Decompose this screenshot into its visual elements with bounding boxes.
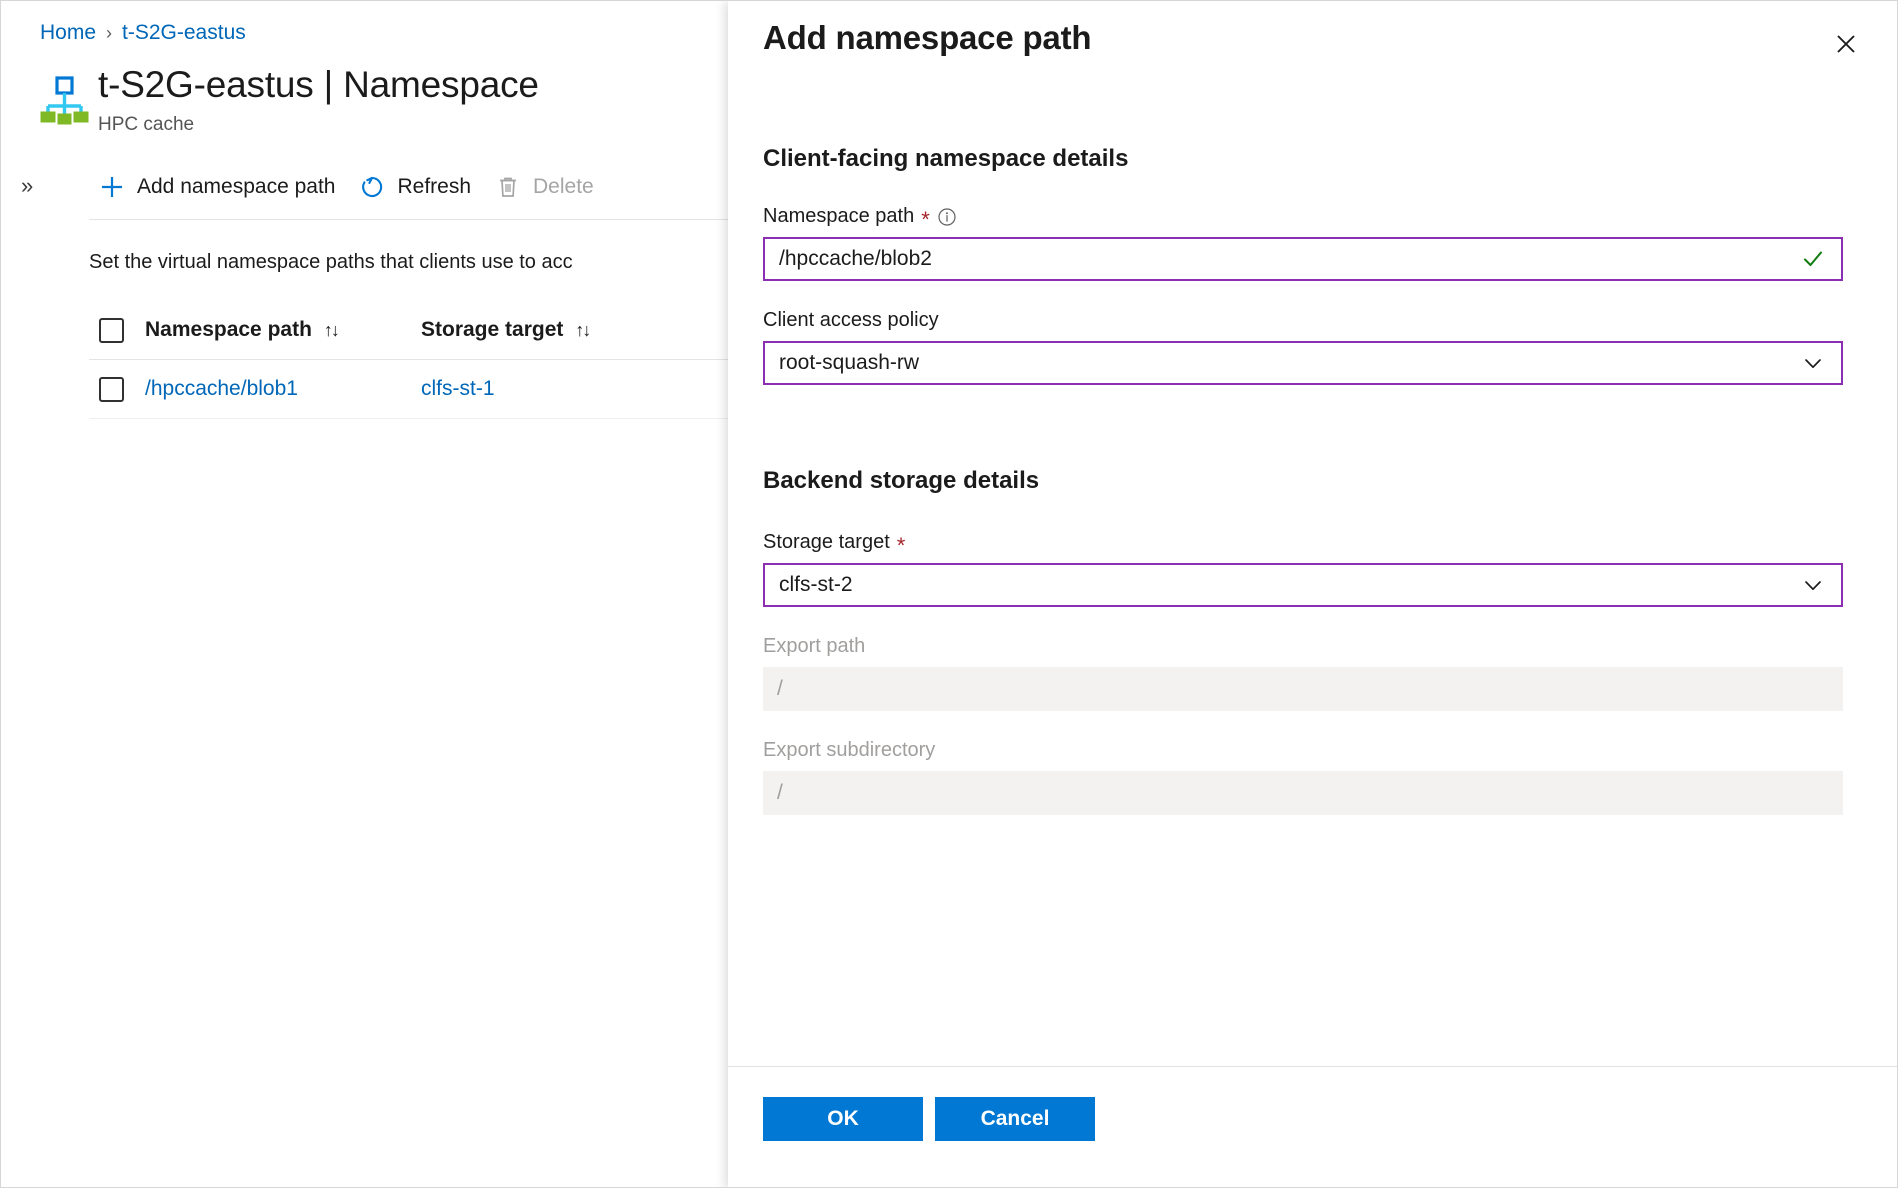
- row-checkbox-cell: [89, 377, 145, 402]
- refresh-icon: [359, 174, 385, 200]
- field-label-text: Storage target: [763, 531, 890, 554]
- info-icon[interactable]: [937, 207, 957, 227]
- panel-footer: OK Cancel: [728, 1066, 1898, 1188]
- required-indicator: *: [897, 535, 906, 557]
- refresh-label: Refresh: [397, 175, 471, 199]
- ok-button[interactable]: OK: [763, 1097, 923, 1141]
- hpc-cache-resource-icon: [35, 73, 89, 127]
- close-icon: [1833, 31, 1859, 57]
- refresh-button[interactable]: Refresh: [349, 168, 485, 206]
- namespace-path-input-value: /hpccache/blob2: [765, 247, 1801, 271]
- row-select-checkbox[interactable]: [99, 377, 124, 402]
- select-all-checkbox[interactable]: [99, 318, 124, 343]
- azure-portal-screen: Home › t-S2G-eastus t-S2G-eastus | Namespa…: [0, 0, 1898, 1188]
- field-label-client-access-policy: Client access policy: [763, 309, 1843, 332]
- column-header-namespace-path-label: Namespace path: [145, 318, 312, 342]
- panel-title: Add namespace path: [763, 19, 1091, 57]
- footer-button-group: OK Cancel: [763, 1097, 1095, 1141]
- select-all-checkbox-cell: [89, 318, 145, 343]
- expand-menu-chevron-icon[interactable]: »: [21, 173, 33, 199]
- field-storage-target: Storage target * clfs-st-2: [763, 531, 1843, 607]
- table-header-row: Namespace path ↑↓ Storage target ↑↓: [89, 301, 728, 360]
- page-title: t-S2G-eastus | Namespace: [98, 64, 539, 106]
- breadcrumb-item-home[interactable]: Home: [40, 21, 96, 44]
- export-subdirectory-value: /: [763, 781, 1843, 805]
- namespace-blade: Home › t-S2G-eastus t-S2G-eastus | Namespa…: [1, 1, 728, 1188]
- section-backend-storage-details: Backend storage details Storage target *…: [763, 467, 1843, 815]
- close-panel-button[interactable]: [1825, 23, 1867, 65]
- column-header-storage-target[interactable]: Storage target ↑↓: [421, 318, 661, 342]
- sort-icon: ↑↓: [324, 320, 338, 341]
- panel-header: Add namespace path: [728, 1, 1898, 87]
- field-namespace-path: Namespace path * /hpccache/blob2: [763, 205, 1843, 281]
- add-namespace-path-label: Add namespace path: [137, 175, 335, 199]
- table-row: /hpccache/blob1 clfs-st-1: [89, 360, 728, 419]
- field-label-text: Client access policy: [763, 309, 939, 332]
- breadcrumb: Home › t-S2G-eastus: [40, 21, 246, 45]
- toolbar-divider: [89, 219, 728, 220]
- namespace-path-input[interactable]: /hpccache/blob2: [763, 237, 1843, 281]
- storage-target-select[interactable]: clfs-st-2: [763, 563, 1843, 607]
- field-label-namespace-path: Namespace path *: [763, 205, 1843, 228]
- field-label-export-path: Export path: [763, 635, 1843, 658]
- delete-button: Delete: [485, 168, 608, 206]
- trash-icon: [495, 174, 521, 200]
- field-export-subdirectory: Export subdirectory /: [763, 739, 1843, 815]
- row-storage-target-link[interactable]: clfs-st-1: [421, 377, 661, 401]
- chevron-down-icon: [1801, 351, 1841, 375]
- namespace-paths-table: Namespace path ↑↓ Storage target ↑↓ /hpc…: [89, 301, 728, 419]
- client-access-policy-value: root-squash-rw: [765, 351, 1801, 375]
- column-header-namespace-path[interactable]: Namespace path ↑↓: [145, 318, 421, 342]
- client-access-policy-select[interactable]: root-squash-rw: [763, 341, 1843, 385]
- breadcrumb-item-resource[interactable]: t-S2G-eastus: [122, 21, 246, 44]
- export-path-value: /: [763, 677, 1843, 701]
- chevron-down-icon: [1801, 573, 1841, 597]
- section-client-facing-namespace-details: Client-facing namespace details Namespac…: [763, 145, 1843, 385]
- blade-description: Set the virtual namespace paths that cli…: [89, 251, 573, 274]
- breadcrumb-separator-icon: ›: [106, 23, 112, 43]
- delete-label: Delete: [533, 175, 594, 199]
- field-label-storage-target: Storage target *: [763, 531, 1843, 554]
- add-namespace-path-panel: Add namespace path Client-facing namespa…: [728, 1, 1898, 1188]
- validation-check-icon: [1801, 247, 1841, 271]
- panel-body: Client-facing namespace details Namespac…: [728, 87, 1898, 1067]
- field-client-access-policy: Client access policy root-squash-rw: [763, 309, 1843, 385]
- page-subtitle: HPC cache: [98, 114, 194, 136]
- section-heading: Backend storage details: [763, 467, 1843, 495]
- export-subdirectory-input: /: [763, 771, 1843, 815]
- plus-icon: [99, 174, 125, 200]
- export-path-input: /: [763, 667, 1843, 711]
- add-namespace-path-button[interactable]: Add namespace path: [89, 168, 349, 206]
- column-header-storage-target-label: Storage target: [421, 318, 563, 342]
- storage-target-value: clfs-st-2: [765, 573, 1801, 597]
- row-namespace-path-link[interactable]: /hpccache/blob1: [145, 377, 421, 401]
- field-label-text: Namespace path: [763, 205, 914, 228]
- field-label-text: Export subdirectory: [763, 739, 935, 762]
- required-indicator: *: [921, 209, 930, 231]
- field-label-text: Export path: [763, 635, 865, 658]
- field-label-export-subdirectory: Export subdirectory: [763, 739, 1843, 762]
- blade-toolbar: Add namespace path Refresh: [89, 164, 608, 210]
- cancel-button[interactable]: Cancel: [935, 1097, 1095, 1141]
- section-heading: Client-facing namespace details: [763, 145, 1843, 173]
- field-export-path: Export path /: [763, 635, 1843, 711]
- sort-icon: ↑↓: [575, 320, 589, 341]
